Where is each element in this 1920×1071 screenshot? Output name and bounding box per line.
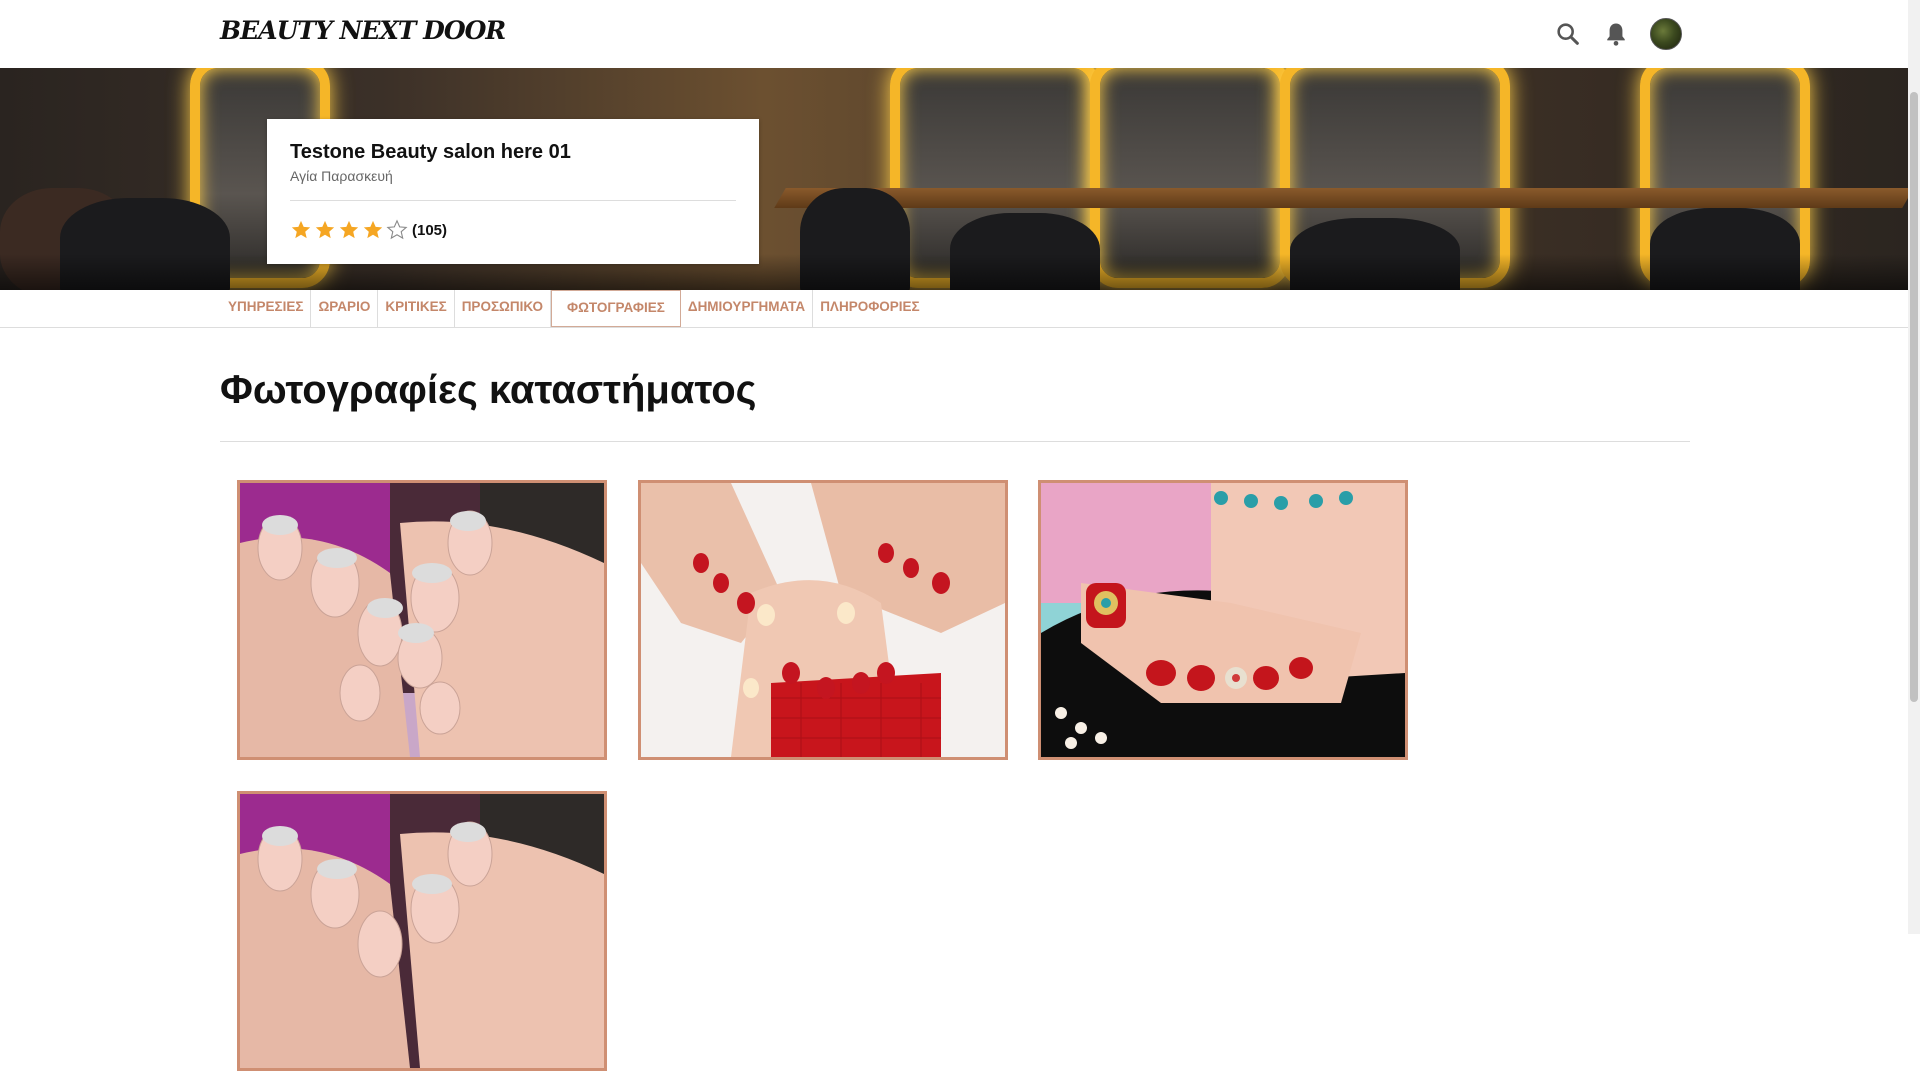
salon-name: Testone Beauty salon here 01 — [290, 141, 571, 163]
brand-logo[interactable]: BEAUTY NEXT DOOR — [220, 16, 506, 45]
jeweled-pedicure-image — [1041, 483, 1405, 757]
red-floral-nails-image — [641, 483, 1005, 757]
gallery-photo-glitter-nails[interactable] — [237, 480, 607, 760]
star-filled-icon — [339, 220, 359, 239]
search-icon[interactable] — [1554, 20, 1582, 48]
salon-tabs: ΥΠΗΡΕΣΙΕΣ ΩΡΑΡΙΟ ΚΡΙΤΙΚΕΣ ΠΡΟΣΩΠΙΚΟ ΦΩΤΟ… — [0, 290, 1908, 328]
star-filled-icon — [291, 220, 311, 239]
gallery-photo-red-floral-nails[interactable] — [638, 480, 1008, 760]
tab-creations[interactable]: ΔΗΜΙΟΥΡΓΗΜΑΤΑ — [681, 290, 814, 327]
salon-area: Αγία Παρασκευή — [290, 168, 393, 184]
tab-reviews[interactable]: ΚΡΙΤΙΚΕΣ — [378, 290, 455, 327]
scrollbar-thumb[interactable] — [1910, 92, 1918, 702]
bell-icon[interactable] — [1602, 20, 1630, 48]
card-divider — [290, 200, 736, 201]
tab-services[interactable]: ΥΠΗΡΕΣΙΕΣ — [221, 290, 312, 327]
tab-staff[interactable]: ΠΡΟΣΩΠΙΚΟ — [455, 290, 551, 327]
tab-photos[interactable]: ΦΩΤΟΓΡΑΦΙΕΣ — [551, 290, 681, 327]
tab-hours[interactable]: ΩΡΑΡΙΟ — [311, 290, 379, 327]
avatar[interactable] — [1650, 18, 1682, 50]
review-count: (105) — [412, 221, 448, 239]
salon-info-card: Testone Beauty salon here 01 Αγία Παρασκ… — [267, 119, 759, 264]
gallery-photo-glitter-nails-2[interactable] — [237, 791, 607, 1071]
title-divider — [220, 441, 1690, 442]
tab-list: ΥΠΗΡΕΣΙΕΣ ΩΡΑΡΙΟ ΚΡΙΤΙΚΕΣ ΠΡΟΣΩΠΙΚΟ ΦΩΤΟ… — [221, 290, 927, 327]
top-actions — [1554, 18, 1682, 50]
gallery-photo-jeweled-pedicure[interactable] — [1038, 480, 1408, 760]
tab-info[interactable]: ΠΛΗΡΟΦΟΡΙΕΣ — [813, 290, 926, 327]
star-empty-icon — [386, 219, 408, 240]
page-title: Φωτογραφίες καταστήματος — [220, 368, 757, 412]
glitter-nails-image — [240, 483, 604, 757]
star-filled-icon — [363, 220, 383, 239]
scrollbar[interactable] — [1908, 0, 1920, 934]
star-filled-icon — [315, 220, 335, 239]
rating[interactable]: (105) — [290, 219, 447, 241]
top-navigation-bar: BEAUTY NEXT DOOR — [0, 0, 1920, 68]
glitter-nails-image — [240, 794, 604, 1068]
